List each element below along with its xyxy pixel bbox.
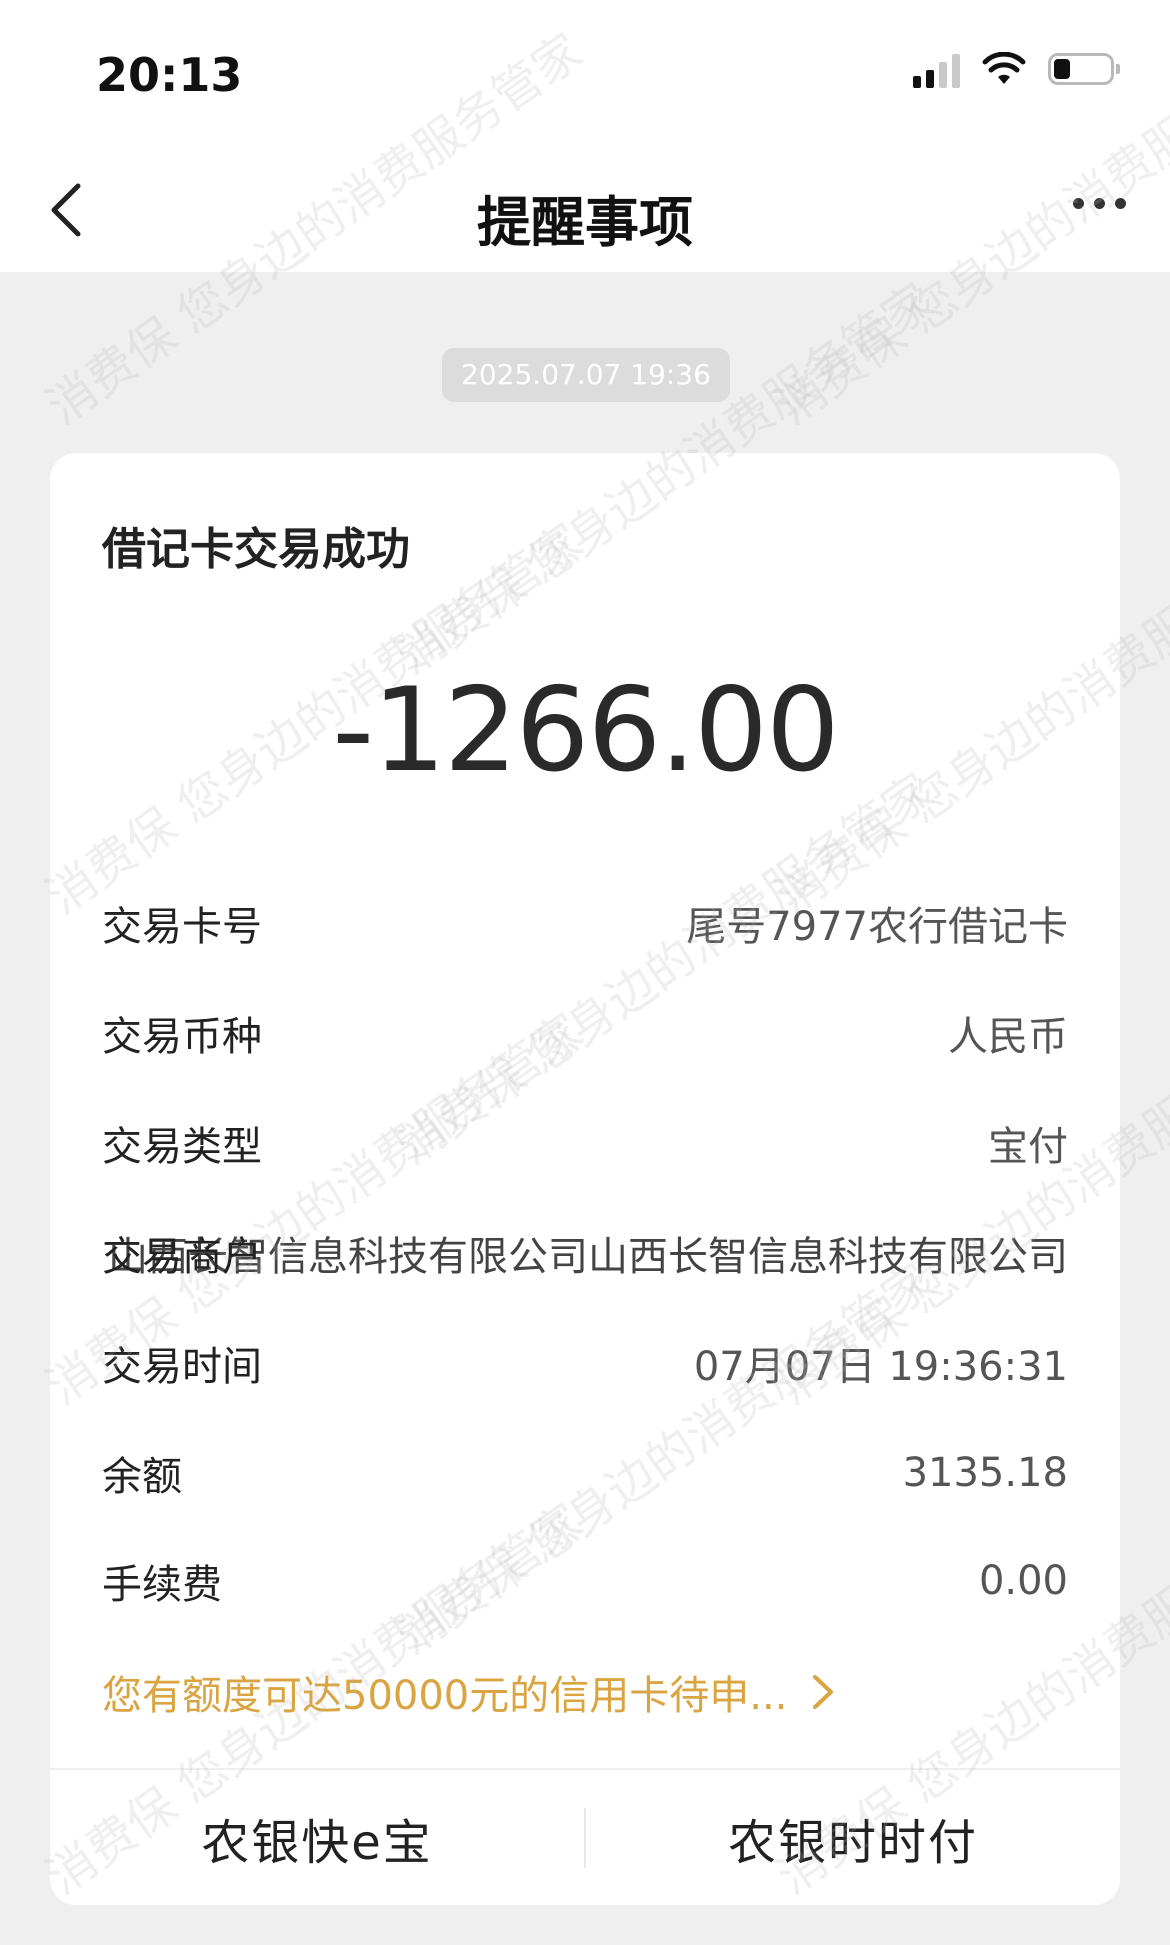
chevron-right-icon	[813, 1675, 834, 1709]
detail-row-balance: 余额 3135.18	[102, 1443, 1068, 1503]
transaction-amount: -1266.00	[332, 663, 840, 798]
row-value: 0.00	[978, 1558, 1068, 1604]
row-label: 交易商户	[102, 1234, 262, 1280]
status-icons	[913, 50, 1120, 88]
detail-row-card-number: 交易卡号 尾号7977农行借记卡	[102, 893, 1068, 953]
row-value: 尾号7977农行借记卡	[686, 904, 1068, 950]
row-label: 交易卡号	[102, 904, 262, 950]
credit-card-promo-link[interactable]: 您有额度可达50000元的信用卡待申...	[102, 1663, 835, 1721]
battery-icon	[1048, 53, 1120, 85]
abc-quick-e-bao-button[interactable]: 农银快e宝	[50, 1770, 584, 1905]
row-value: 07月07日 19:36:31	[693, 1344, 1068, 1390]
detail-row-fee: 手续费 0.00	[102, 1551, 1068, 1611]
detail-row-merchant: 交易商户 山西长智信息科技有限公司山西长智信息科技有限公司	[60, 1223, 1068, 1283]
card-footer: 农银快e宝 农银时时付	[50, 1770, 1120, 1905]
promo-text: 您有额度可达50000元的信用卡待申...	[102, 1673, 788, 1719]
battery-level	[1054, 59, 1070, 79]
nav-bar: 提醒事项	[0, 150, 1170, 272]
message-timestamp: 2025.07.07 19:36	[442, 348, 730, 402]
row-value: 人民币	[948, 1014, 1068, 1060]
card-title: 借记卡交易成功	[102, 524, 410, 575]
row-label: 交易类型	[102, 1124, 262, 1170]
page-title: 提醒事项	[477, 191, 693, 254]
row-label: 余额	[102, 1454, 182, 1500]
row-label: 交易时间	[102, 1344, 262, 1390]
row-label: 手续费	[102, 1562, 222, 1608]
row-value: 3135.18	[902, 1450, 1068, 1496]
row-value: 宝付	[988, 1124, 1068, 1170]
status-bar: 20:13	[0, 0, 1170, 150]
detail-row-time: 交易时间 07月07日 19:36:31	[102, 1333, 1068, 1393]
signal-icon	[913, 50, 960, 88]
row-label: 交易币种	[102, 1014, 262, 1060]
wifi-icon	[982, 52, 1026, 84]
more-icon[interactable]	[1073, 198, 1126, 209]
message-card: 借记卡交易成功 -1266.00 交易卡号 尾号7977农行借记卡 交易币种 人…	[50, 453, 1120, 1905]
detail-row-type: 交易类型 宝付	[102, 1113, 1068, 1173]
detail-row-currency: 交易币种 人民币	[102, 1003, 1068, 1063]
abc-instant-pay-button[interactable]: 农银时时付	[586, 1770, 1120, 1905]
status-time: 20:13	[96, 48, 243, 102]
